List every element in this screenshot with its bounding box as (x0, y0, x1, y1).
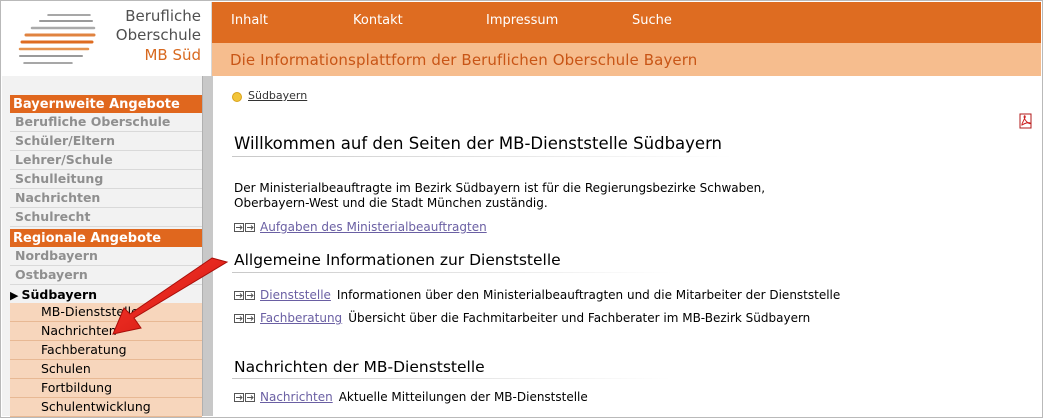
title-divider (232, 156, 732, 157)
intro-line-2: Oberbayern-West und die Stadt München zu… (234, 196, 548, 210)
desc-nachrichten: Aktuelle Mitteilungen der MB-Dienststell… (338, 390, 588, 404)
sidebar-item-suedbayern-label: Südbayern (21, 287, 98, 302)
link-aufgaben[interactable]: Aufgaben des Ministerialbeauftragten (260, 220, 487, 234)
sidebar-subitem-schulentwicklung[interactable]: Schulentwicklung (10, 398, 202, 417)
sidebar-section-regional: Regionale Angebote (10, 229, 202, 247)
logo-text-line1: Berufliche (125, 7, 201, 25)
sidebar-item-nachrichten[interactable]: Nachrichten (10, 189, 202, 208)
site-logo[interactable]: Berufliche Oberschule MB Süd (2, 2, 212, 76)
logo-text-line2: Oberschule (115, 26, 201, 44)
section-heading-allgemein: Allgemeine Informationen zur Dienststell… (234, 251, 561, 269)
desc-fachberatung: Übersicht über die Fachmitarbeiter und F… (348, 311, 811, 325)
logo-mark-icon (18, 14, 96, 64)
link-arrow-icon (234, 393, 255, 402)
site-tagline: Die Informationsplattform der Berufliche… (230, 51, 698, 69)
sidebar-item-lehrer-schule[interactable]: Lehrer/Schule (10, 151, 202, 170)
top-navigation: Inhalt Kontakt Impressum Suche (212, 2, 1041, 43)
intro-line-1: Der Ministerialbeauftragte im Bezirk Süd… (234, 181, 766, 195)
site-tagline-bar: Die Informationsplattform der Berufliche… (212, 43, 1041, 76)
link-nachrichten[interactable]: Nachrichten (260, 390, 333, 404)
page-title: Willkommen auf den Seiten der MB-Diensts… (234, 134, 723, 153)
sidebar-item-schulrecht[interactable]: Schulrecht (10, 208, 202, 227)
link-arrow-icon (234, 291, 255, 300)
section-divider-allgemein (232, 272, 672, 273)
sidebar-item-nordbayern[interactable]: Nordbayern (10, 247, 202, 266)
pdf-icon[interactable] (1018, 113, 1034, 129)
sidebar-item-schulleitung[interactable]: Schulleitung (10, 170, 202, 189)
link-row-fachberatung: Fachberatung Übersicht über die Fachmitar… (234, 311, 810, 325)
sidebar-item-ostbayern[interactable]: Ostbayern (10, 266, 202, 285)
nav-link-kontakt[interactable]: Kontakt (353, 13, 403, 28)
link-row-nachrichten: Nachrichten Aktuelle Mitteilungen der MB-… (234, 390, 588, 404)
link-dienststelle[interactable]: Dienststelle (260, 288, 331, 302)
link-arrow-icon (234, 223, 255, 232)
nav-link-impressum[interactable]: Impressum (486, 13, 558, 28)
link-arrow-icon (234, 314, 255, 323)
breadcrumb-suedbayern[interactable]: Südbayern (248, 89, 307, 102)
sidebar-scrollbar[interactable] (202, 76, 213, 416)
triangle-right-icon: ▶ (10, 289, 19, 302)
sidebar-subitem-fachberatung[interactable]: Fachberatung (10, 341, 202, 360)
sidebar-subitem-schulen[interactable]: Schulen (10, 360, 202, 379)
sidebar-section-bayernweit: Bayernweite Angebote (10, 95, 202, 113)
sidebar-subitem-fortbildung[interactable]: Fortbildung (10, 379, 202, 398)
logo-text-line3: MB Süd (144, 46, 201, 64)
nav-link-suche[interactable]: Suche (632, 13, 672, 28)
link-fachberatung[interactable]: Fachberatung (260, 311, 342, 325)
sidebar-subitem-nachrichten[interactable]: Nachrichten (10, 322, 202, 341)
section-divider-nachrichten (232, 378, 672, 379)
sidebar-item-schueler-eltern[interactable]: Schüler/Eltern (10, 132, 202, 151)
link-row-aufgaben: Aufgaben des Ministerialbeauftragten (234, 220, 487, 234)
sidebar-item-berufliche-oberschule[interactable]: Berufliche Oberschule (10, 113, 202, 132)
bullet-dot-icon (232, 92, 242, 102)
sidebar-subitem-mb-dienststelle[interactable]: MB-Dienststelle (10, 303, 202, 322)
nav-link-inhalt[interactable]: Inhalt (231, 13, 268, 28)
desc-dienststelle: Informationen über den Ministerialbeauft… (336, 288, 841, 302)
section-heading-nachrichten: Nachrichten der MB-Dienststelle (234, 358, 485, 376)
link-row-dienststelle: Dienststelle Informationen über den Minis… (234, 288, 840, 302)
